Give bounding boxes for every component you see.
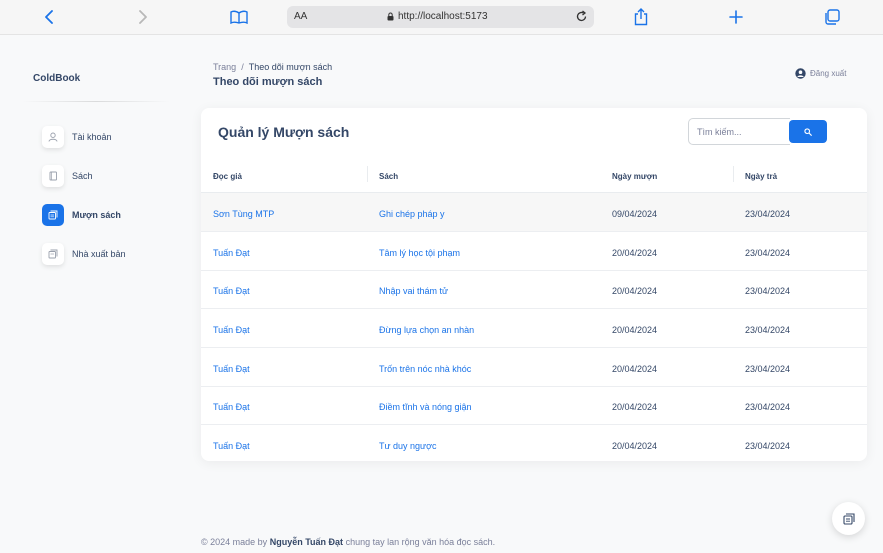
column-header-borrow-date[interactable]: Ngày mượn [612, 172, 657, 181]
account-circle-icon [795, 68, 806, 79]
search-icon [804, 127, 812, 136]
column-header-book[interactable]: Sách [379, 172, 398, 181]
breadcrumb: Trang / Theo dõi mượn sách [213, 62, 332, 72]
card-title: Quản lý Mượn sách [218, 124, 350, 140]
reader-link[interactable]: Sơn Tùng MTP [213, 209, 274, 219]
book-link[interactable]: Điềm tĩnh và nóng giận [379, 402, 472, 412]
reader-link[interactable]: Tuấn Đạt [213, 441, 250, 451]
table-row[interactable]: Sơn Tùng MTP Ghi chép pháp y 09/04/2024 … [201, 193, 867, 232]
layers-icon [842, 512, 855, 525]
column-header-reader[interactable]: Đọc giả [213, 172, 242, 181]
sidebar-item-books[interactable]: Sách [42, 165, 93, 187]
table-row[interactable]: Tuấn Đạt Nhập vai thám tử 20/04/2024 23/… [201, 270, 867, 309]
column-header-return-date[interactable]: Ngày trả [745, 172, 777, 181]
sidebar-divider [22, 101, 170, 102]
borrow-management-card: Quản lý Mượn sách Đọc giả Sách Ngày mượn… [201, 108, 867, 461]
settings-fab-button[interactable] [832, 502, 865, 535]
book-link[interactable]: Ghi chép pháp y [379, 209, 445, 219]
table-row[interactable]: Tuấn Đạt Trốn trên nóc nhà khóc 20/04/20… [201, 348, 867, 387]
footer-credits: © 2024 made by Nguyễn Tuấn Đạt chung tay… [201, 537, 495, 547]
return-date: 23/04/2024 [745, 441, 791, 451]
sidebar-item-label: Sách [72, 171, 93, 181]
logout-button[interactable]: Đăng xuất [795, 68, 846, 79]
reader-link[interactable]: Tuấn Đạt [213, 248, 250, 258]
tabs-overview-icon[interactable] [823, 8, 841, 26]
back-arrow-icon[interactable] [40, 8, 58, 26]
reload-icon[interactable] [575, 10, 588, 23]
sidebar-item-publishers[interactable]: Nhà xuất bản [42, 243, 126, 265]
book-link[interactable]: Nhập vai thám tử [379, 286, 448, 296]
reader-link[interactable]: Tuấn Đạt [213, 364, 250, 374]
return-date: 23/04/2024 [745, 286, 791, 296]
user-icon [42, 126, 64, 148]
reader-link[interactable]: Tuấn Đạt [213, 325, 250, 335]
search-input[interactable] [688, 118, 790, 145]
borrow-date: 20/04/2024 [612, 402, 658, 412]
share-icon[interactable] [632, 8, 650, 26]
return-date: 23/04/2024 [745, 209, 791, 219]
borrow-date: 20/04/2024 [612, 364, 658, 374]
column-divider [367, 166, 368, 182]
reader-link[interactable]: Tuấn Đạt [213, 286, 250, 296]
logout-label: Đăng xuất [810, 69, 847, 78]
return-date: 23/04/2024 [745, 364, 791, 374]
book-link[interactable]: Tư duy ngược [379, 441, 436, 451]
bookmarks-icon[interactable] [230, 8, 248, 26]
brand-logo-text[interactable]: ColdBook [33, 73, 80, 84]
return-date: 23/04/2024 [745, 325, 791, 335]
table-row[interactable]: Tuấn Đạt Tư duy ngược 20/04/2024 23/04/2… [201, 425, 867, 461]
breadcrumb-current: Theo dõi mượn sách [248, 62, 333, 72]
breadcrumb-separator: / [241, 62, 244, 72]
footer-suffix: chung tay lan rộng văn hóa đọc sách. [345, 537, 496, 547]
sidebar-item-accounts[interactable]: Tài khoản [42, 126, 112, 148]
borrow-icon [42, 204, 64, 226]
breadcrumb-home-link[interactable]: Trang [213, 62, 236, 72]
sidebar-item-label: Mượn sách [72, 210, 121, 220]
book-icon [42, 165, 64, 187]
forward-arrow-icon[interactable] [134, 8, 152, 26]
lock-icon [387, 12, 394, 21]
publisher-icon [42, 243, 64, 265]
table-row[interactable]: Tuấn Đạt Tâm lý học tội phạm 20/04/2024 … [201, 232, 867, 271]
table-header: Đọc giả Sách Ngày mượn Ngày trả [201, 156, 867, 193]
table-row[interactable]: Tuấn Đạt Điềm tĩnh và nóng giận 20/04/20… [201, 386, 867, 425]
borrow-date: 20/04/2024 [612, 325, 658, 335]
book-link[interactable]: Tâm lý học tội phạm [379, 248, 460, 258]
book-link[interactable]: Trốn trên nóc nhà khóc [379, 364, 471, 374]
sidebar-item-borrowing[interactable]: Mượn sách [42, 204, 121, 226]
page-title: Theo dõi mượn sách [213, 76, 323, 88]
table-row[interactable]: Tuấn Đạt Đừng lựa chọn an nhàn 20/04/202… [201, 309, 867, 348]
return-date: 23/04/2024 [745, 248, 791, 258]
column-divider [733, 166, 734, 182]
footer-prefix: © 2024 made by [201, 537, 268, 547]
new-tab-icon[interactable] [727, 8, 745, 26]
borrow-date: 09/04/2024 [612, 209, 658, 219]
sidebar-item-label: Nhà xuất bản [72, 249, 126, 259]
borrow-date: 20/04/2024 [612, 286, 658, 296]
reader-mode-button[interactable]: AA [294, 11, 307, 22]
search-button[interactable] [789, 120, 827, 143]
return-date: 23/04/2024 [745, 402, 791, 412]
sidebar-item-label: Tài khoản [72, 132, 112, 142]
browser-toolbar: AA http://localhost:5173 [0, 0, 883, 35]
reader-link[interactable]: Tuấn Đạt [213, 402, 250, 412]
footer-author: Nguyễn Tuấn Đạt [269, 537, 344, 547]
borrow-date: 20/04/2024 [612, 248, 658, 258]
borrow-date: 20/04/2024 [612, 441, 658, 451]
address-bar[interactable]: AA http://localhost:5173 [287, 6, 594, 28]
url-text: http://localhost:5173 [398, 11, 488, 22]
book-link[interactable]: Đừng lựa chọn an nhàn [379, 325, 474, 335]
